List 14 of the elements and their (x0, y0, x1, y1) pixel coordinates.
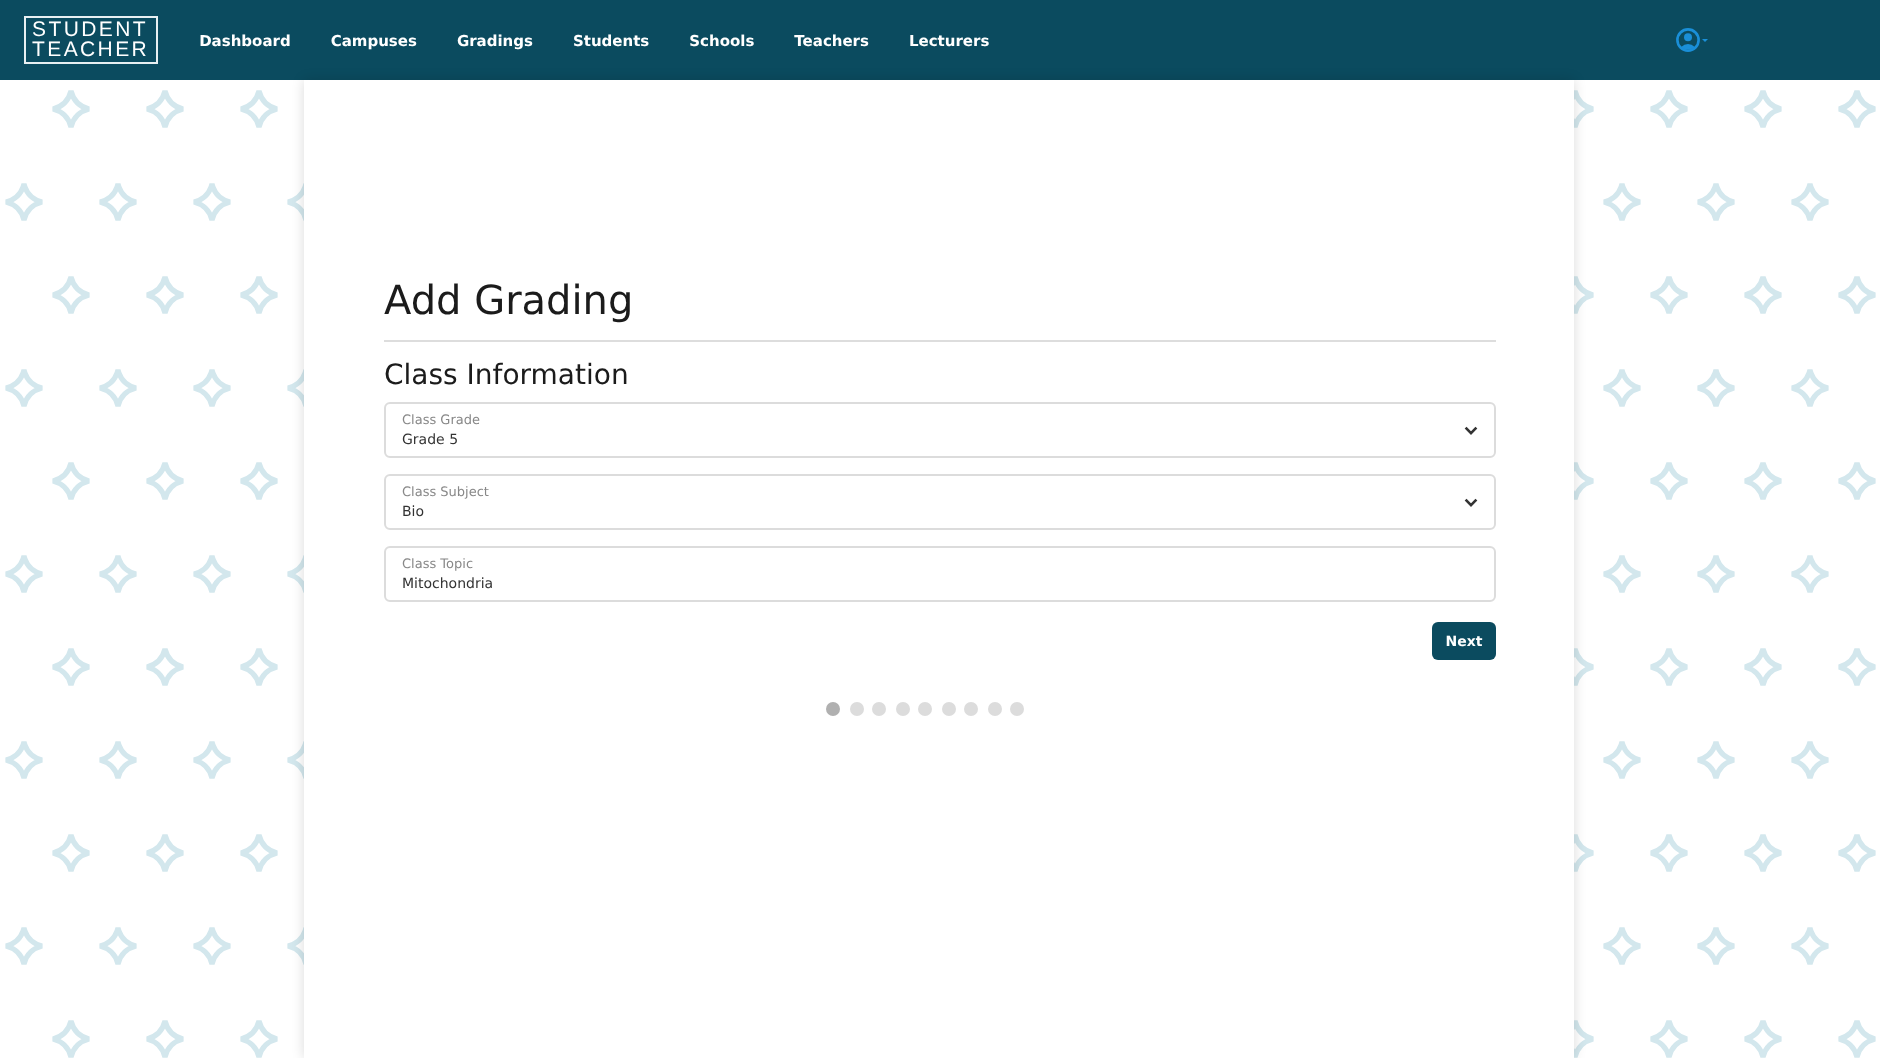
step-indicator-dot[interactable] (964, 702, 978, 716)
step-indicator-dot[interactable] (826, 702, 840, 716)
step-indicator-dot[interactable] (987, 702, 1001, 716)
step-indicator-dot[interactable] (918, 702, 932, 716)
page-title: Add Grading (384, 274, 636, 328)
step-indicator-dot[interactable] (1010, 702, 1024, 716)
logo[interactable]: STUDENT TEACHER (24, 16, 158, 64)
step-indicator-dot[interactable] (849, 702, 863, 716)
chevron-down-icon (1464, 497, 1478, 507)
step-indicator-dot[interactable] (872, 702, 886, 716)
chevron-down-icon (1464, 425, 1478, 435)
section-heading: Class Information (384, 358, 631, 394)
step-indicator-dot[interactable] (941, 702, 955, 716)
step-indicator-dot[interactable] (895, 702, 909, 716)
